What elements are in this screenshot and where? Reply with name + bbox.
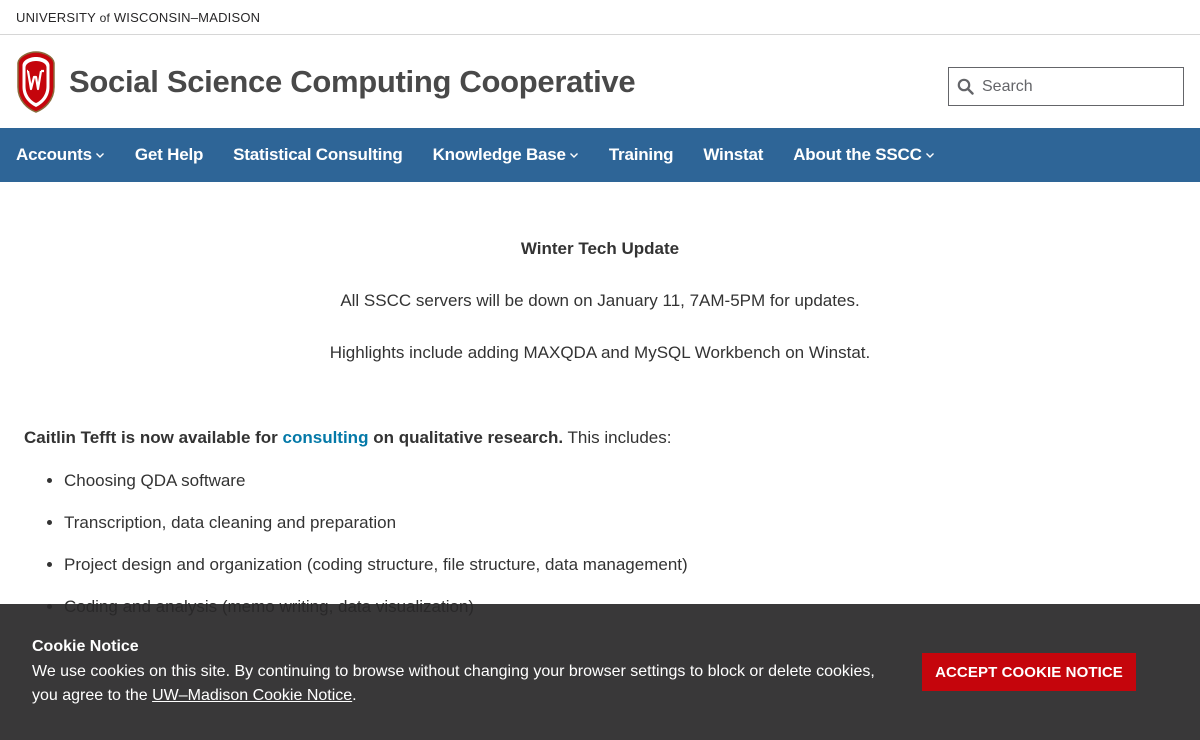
nav-item-winstat[interactable]: Winstat xyxy=(703,145,763,165)
nav-item-label: Knowledge Base xyxy=(432,145,566,164)
search-box[interactable] xyxy=(948,67,1184,106)
nav-item-label: Winstat xyxy=(703,145,764,164)
nav-item-training[interactable]: Training xyxy=(609,145,674,165)
consult-bold-before: Caitlin Tefft is now available for xyxy=(24,428,278,447)
cookie-notice-banner: Cookie Notice We use cookies on this sit… xyxy=(0,604,1200,740)
nav-item-statistical-consulting[interactable]: Statistical Consulting xyxy=(233,145,403,165)
main-content: Winter Tech Update All SSCC servers will… xyxy=(0,182,1200,617)
university-bar: UNIVERSITY of WISCONSIN–MADISON xyxy=(0,0,1200,35)
nav-item-accounts[interactable]: Accounts xyxy=(16,145,105,165)
consulting-announcement: Caitlin Tefft is now available for consu… xyxy=(24,428,1176,448)
list-item: Choosing QDA software xyxy=(64,470,1176,491)
chevron-down-icon xyxy=(569,153,578,158)
main-nav: Accounts Get Help Statistical Consulting Kn… xyxy=(0,128,1200,182)
site-title[interactable]: Social Science Computing Cooperative xyxy=(69,64,636,100)
university-name-part2: WISCONSIN–MADISON xyxy=(113,9,261,25)
nav-item-label: Statistical Consulting xyxy=(233,145,403,164)
nav-item-label: Get Help xyxy=(134,145,204,164)
notice-line-1: All SSCC servers will be down on January… xyxy=(340,291,860,310)
nav-item-label: Accounts xyxy=(16,145,92,164)
chevron-down-icon xyxy=(95,153,104,158)
services-list: Choosing QDA software Transcription, dat… xyxy=(24,470,1176,617)
university-name-of: of xyxy=(99,10,111,25)
consulting-link[interactable]: consulting xyxy=(283,428,369,447)
search-icon xyxy=(957,78,974,95)
uw-crest-logo[interactable] xyxy=(16,50,56,113)
accept-cookie-button[interactable]: ACCEPT COOKIE NOTICE xyxy=(922,653,1136,691)
tech-update-notice: Winter Tech Update All SSCC servers will… xyxy=(24,182,1176,363)
university-name-part1: UNIVERSITY xyxy=(16,9,96,25)
search-input[interactable] xyxy=(980,76,1174,97)
list-item: Project design and organization (coding … xyxy=(64,554,1176,575)
list-item: Transcription, data cleaning and prepara… xyxy=(64,512,1176,533)
nav-item-knowledge-base[interactable]: Knowledge Base xyxy=(433,145,579,165)
consult-plain-text: This includes: xyxy=(567,428,672,447)
nav-item-about-the-sscc[interactable]: About the SSCC xyxy=(793,145,934,165)
cookie-notice-link[interactable]: UW–Madison Cookie Notice xyxy=(152,687,352,704)
cookie-notice-text: We use cookies on this site. By continui… xyxy=(32,663,875,704)
chevron-down-icon xyxy=(925,153,934,158)
nav-item-label: Training xyxy=(608,145,674,164)
consult-bold-after: on qualitative research. xyxy=(373,428,564,447)
notice-line-2: Highlights include adding MAXQDA and MyS… xyxy=(329,343,871,362)
nav-item-label: About the SSCC xyxy=(793,145,922,164)
site-header: Social Science Computing Cooperative xyxy=(0,35,1200,128)
nav-item-get-help[interactable]: Get Help xyxy=(134,145,204,165)
university-name[interactable]: UNIVERSITY of WISCONSIN–MADISON xyxy=(16,10,260,25)
notice-title: Winter Tech Update xyxy=(520,239,680,258)
